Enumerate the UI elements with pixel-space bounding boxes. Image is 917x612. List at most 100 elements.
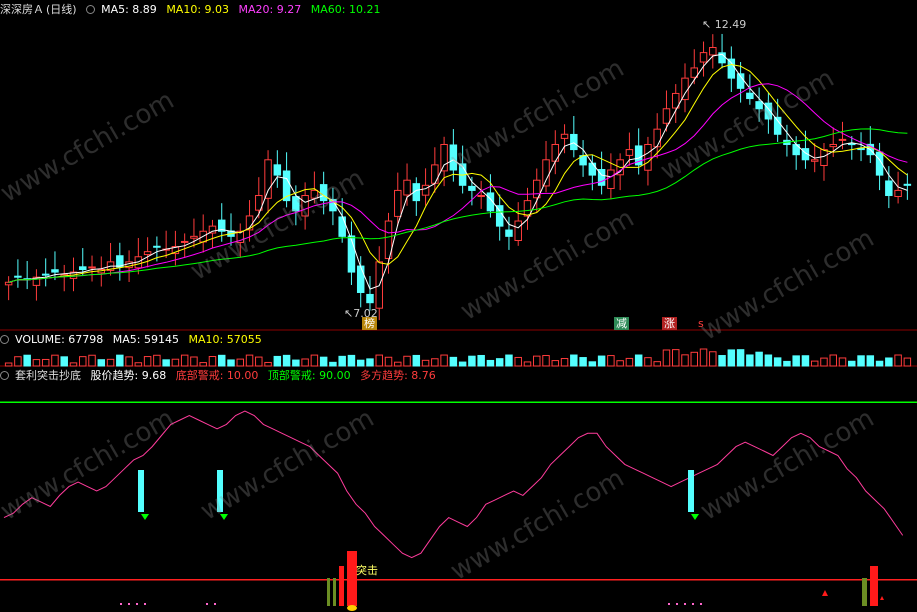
stock-name[interactable]: 深深房Ａ <box>0 3 44 16</box>
volume-bar <box>255 356 263 367</box>
volume-bar <box>375 354 383 367</box>
tag-zhang[interactable]: 涨 <box>662 317 677 330</box>
candle-body <box>421 184 430 196</box>
tag-s[interactable]: s <box>696 317 706 330</box>
vol-ma10-value: MA10: 57055 <box>188 333 262 346</box>
volume-bar <box>885 357 893 367</box>
candle-body <box>829 143 837 148</box>
top-alert-value: 顶部警戒: 90.00 <box>267 369 351 382</box>
marker-dot <box>668 603 670 605</box>
volume-bar <box>764 354 773 367</box>
volume-bar <box>579 357 587 367</box>
volume-bar <box>616 360 624 367</box>
volume-bar <box>486 359 495 367</box>
volume-bar <box>727 349 736 367</box>
ma5-value: MA5: 8.89 <box>101 3 157 16</box>
candle-body <box>468 185 476 191</box>
candle-body <box>681 77 689 101</box>
ma10-value: MA10: 9.03 <box>166 3 230 16</box>
volume-header: VOLUME: 67798 MA5: 59145 MA10: 57055 <box>0 332 268 348</box>
candle-body <box>848 143 856 146</box>
stock-chart[interactable] <box>0 0 917 612</box>
marker-dot <box>144 603 146 605</box>
candle-body <box>495 205 504 227</box>
candle-body <box>755 101 763 110</box>
bottom-alert-value: 底部警戒: 10.00 <box>175 369 259 382</box>
candle-body <box>431 164 439 184</box>
volume-bar <box>88 354 96 367</box>
options-icon[interactable] <box>0 371 9 380</box>
candle-body <box>514 220 522 242</box>
candle-body <box>14 275 22 278</box>
candle-body <box>319 184 328 202</box>
candle-body <box>699 52 708 63</box>
bottom-signal-bar <box>333 578 336 606</box>
indicator-name[interactable]: 套利突击抄底 <box>15 369 81 382</box>
volume-value: VOLUME: 67798 <box>15 333 104 346</box>
ma60-value: MA60: 10.21 <box>310 3 381 16</box>
volume-bar <box>653 361 661 367</box>
volume-bar <box>866 355 875 367</box>
volume-bar <box>894 354 902 367</box>
candle-body <box>88 266 96 269</box>
volume-bar <box>505 354 513 367</box>
volume-bar <box>746 354 754 367</box>
candle-body <box>51 269 59 273</box>
volume-bar <box>394 361 402 367</box>
ma5-line <box>8 53 908 290</box>
bull-trend-value: 多方趋势: 8.76 <box>360 369 436 382</box>
candle-body <box>542 159 550 187</box>
candle-body <box>625 149 634 156</box>
candle-body <box>301 195 309 217</box>
main-chart-header: 深深房Ａ (日线) MA5: 8.89 MA10: 9.03 MA20: 9.27… <box>0 2 386 18</box>
volume-bar <box>634 354 643 367</box>
volume-bar <box>820 357 828 367</box>
candle-body <box>746 92 754 100</box>
candle-body <box>662 108 671 124</box>
volume-bar <box>282 354 291 367</box>
volume-bar <box>106 358 115 367</box>
volume-bar <box>607 355 615 367</box>
volume-bar <box>97 359 106 367</box>
down-arrow-icon <box>220 514 228 520</box>
volume-bar <box>551 360 560 367</box>
candle-body <box>894 189 902 198</box>
candle-body <box>143 251 152 256</box>
candle-body <box>607 169 615 189</box>
volume-bar <box>560 358 569 367</box>
candle-body <box>653 128 661 148</box>
volume-bar <box>329 361 337 367</box>
candle-body <box>505 229 513 237</box>
candle-body <box>338 216 346 237</box>
volume-bar <box>292 359 300 367</box>
volume-bar <box>301 358 309 367</box>
options-icon[interactable] <box>86 5 96 14</box>
marker-dot <box>676 603 678 605</box>
options-icon[interactable] <box>0 335 9 344</box>
candle-body <box>727 58 736 79</box>
high-price-label: ↖ 12.49 <box>702 18 747 31</box>
candle-body <box>838 138 847 141</box>
volume-bar <box>533 355 541 367</box>
volume-bar <box>190 356 198 367</box>
ma20-value: MA20: 9.27 <box>238 3 302 16</box>
bottom-signal-bar <box>347 551 357 606</box>
down-arrow-icon <box>691 514 699 520</box>
volume-bar <box>523 361 532 367</box>
volume-bar <box>384 356 393 367</box>
candle-body <box>810 159 819 162</box>
tag-jian[interactable]: 减 <box>614 317 629 330</box>
volume-bar <box>449 356 458 367</box>
volume-bar <box>773 357 782 367</box>
candle-body <box>356 265 365 293</box>
tag-tuji: 突击 <box>356 564 378 577</box>
marker-dot <box>692 603 694 605</box>
volume-bar <box>801 355 810 367</box>
candle-body <box>273 164 282 176</box>
tag-bang[interactable]: 榜 <box>362 317 377 330</box>
bottom-signal-bar <box>862 578 867 606</box>
indicator-header: 套利突击抄底 股价趋势: 9.68 底部警戒: 10.00 顶部警戒: 90.0… <box>0 368 442 384</box>
candle-body <box>403 179 411 196</box>
volume-bar <box>792 355 800 367</box>
marker-dot <box>120 603 122 605</box>
